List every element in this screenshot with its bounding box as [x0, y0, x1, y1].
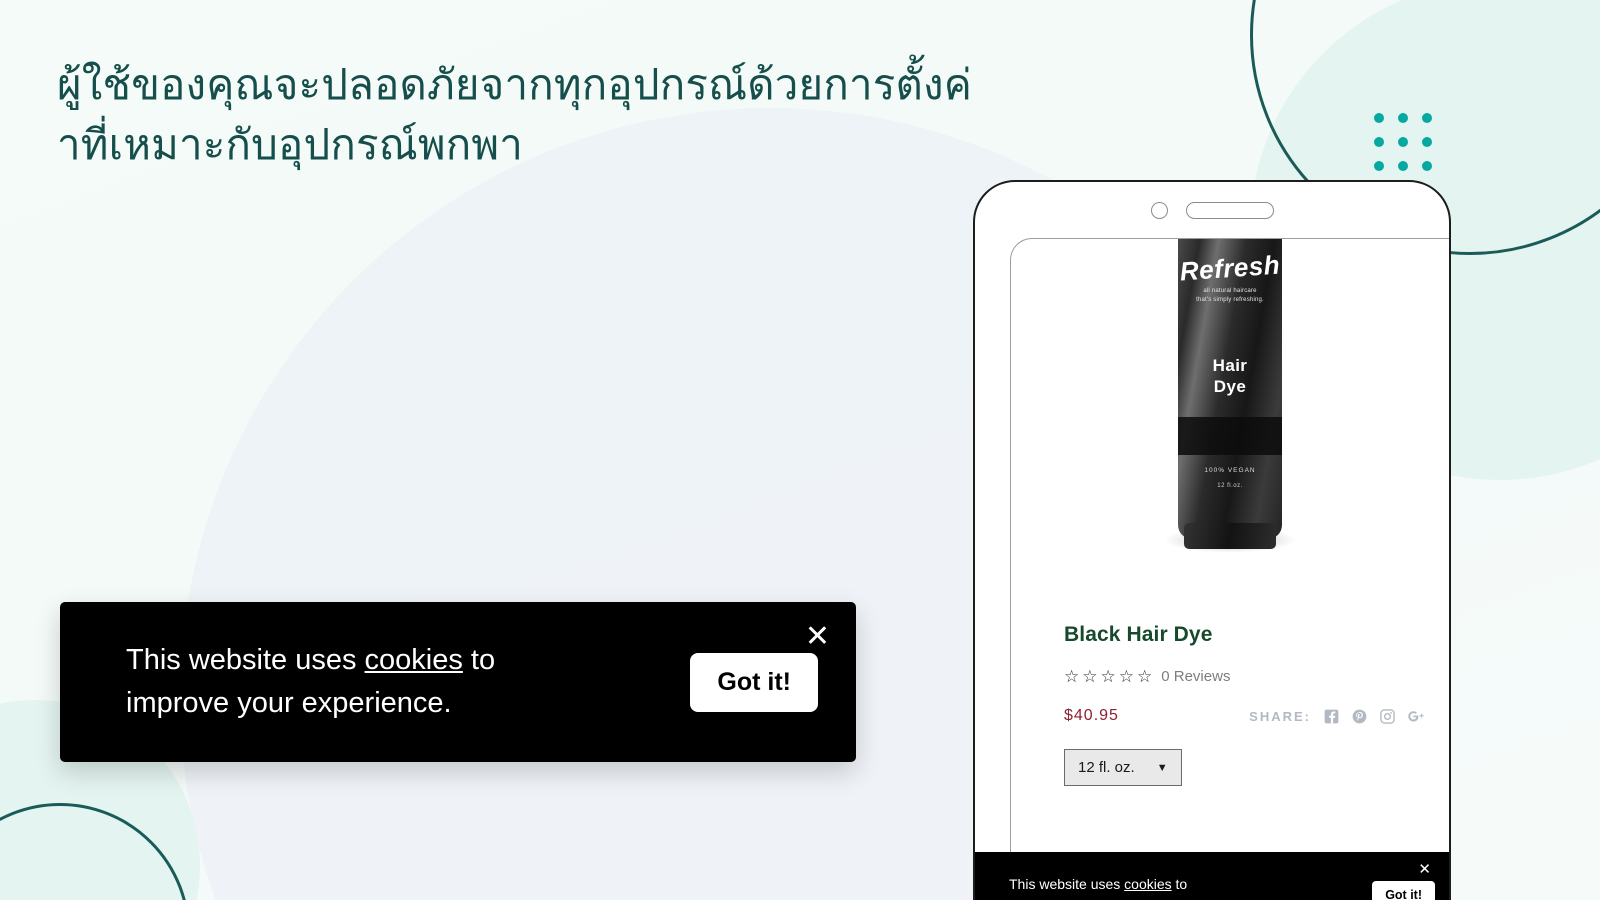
product-price-share-row: $40.95 SHARE: [1064, 707, 1425, 725]
dot-icon [1374, 137, 1384, 147]
product-rating: ☆ ☆ ☆ ☆ ☆ 0 Reviews [1064, 668, 1425, 685]
cookie-banner-mobile: This website uses cookies to improve you… [975, 852, 1449, 900]
instagram-icon[interactable] [1380, 708, 1395, 724]
star-icon[interactable]: ☆ [1119, 668, 1134, 685]
reviews-count-label[interactable]: 0 Reviews [1161, 668, 1230, 685]
camera-dot-icon [1150, 201, 1168, 219]
product-title: Black Hair Dye [1064, 623, 1213, 646]
cookies-link-mobile[interactable]: cookies [1124, 876, 1171, 892]
share-group: SHARE: [1249, 709, 1425, 724]
star-rating[interactable]: ☆ ☆ ☆ ☆ ☆ [1064, 668, 1152, 685]
dot-icon [1398, 137, 1408, 147]
product-image-panel: Refresh all natural haircare that's simp… [1010, 238, 1449, 900]
phone-top-bar [975, 182, 1449, 238]
variant-select[interactable]: 12 fl. oz. ▼ [1064, 749, 1182, 786]
dot-icon [1422, 137, 1432, 147]
dot-icon [1398, 161, 1408, 171]
chevron-down-icon: ▼ [1156, 761, 1168, 774]
tube-vegan-text: 100% VEGAN [1204, 467, 1256, 474]
page-title: ผู้ใช้ของคุณจะปลอดภัยจากทุกอุปกรณ์ด้วยกา… [57, 61, 972, 168]
cookie-text-desktop: This website uses cookies to improve you… [126, 639, 690, 725]
tube-size-text: 12 fl.oz. [1217, 483, 1243, 489]
dot-icon [1398, 113, 1408, 123]
close-icon[interactable]: ✕ [1418, 862, 1431, 877]
cookie-banner-desktop: This website uses cookies to improve you… [60, 602, 856, 762]
dot-icon [1374, 113, 1384, 123]
cookie-text-before-desktop: This website uses [126, 644, 365, 677]
star-icon[interactable]: ☆ [1137, 668, 1152, 685]
tube-brand-text: Refresh [1178, 249, 1282, 287]
dots-grid-icon [1374, 113, 1432, 171]
product-image[interactable]: Refresh all natural haircare that's simp… [1011, 239, 1449, 569]
star-icon[interactable]: ☆ [1064, 668, 1079, 685]
product-price: $40.95 [1064, 707, 1119, 724]
cookie-accept-button-mobile[interactable]: Got it! [1372, 881, 1435, 900]
product-tube: Refresh all natural haircare that's simp… [1178, 239, 1282, 549]
speaker-slot-icon [1185, 201, 1274, 219]
close-icon[interactable]: ✕ [805, 622, 830, 652]
tube-tagline-text: all natural haircare that's simply refre… [1196, 288, 1264, 304]
tube-product-name-text: Hair Dye [1212, 356, 1248, 397]
cookie-accept-button-desktop[interactable]: Got it! [690, 652, 818, 712]
dot-icon [1422, 161, 1432, 171]
googleplus-icon[interactable] [1408, 709, 1425, 724]
cookie-text-mobile: This website uses cookies to improve you… [1009, 874, 1372, 900]
dot-icon [1422, 113, 1432, 123]
share-label: SHARE: [1249, 708, 1311, 724]
dot-icon [1374, 161, 1384, 171]
variant-select-value: 12 fl. oz. [1078, 759, 1135, 776]
tube-label-band [1178, 417, 1282, 455]
phone-mockup: Refresh all natural haircare that's simp… [973, 180, 1451, 900]
cookie-text-before-mobile: This website uses [1009, 876, 1125, 892]
pinterest-icon[interactable] [1352, 709, 1367, 724]
phone-screen: Refresh all natural haircare that's simp… [975, 238, 1449, 900]
star-icon[interactable]: ☆ [1082, 668, 1097, 685]
facebook-icon[interactable] [1324, 709, 1339, 724]
cookies-link-desktop[interactable]: cookies [365, 644, 463, 676]
star-icon[interactable]: ☆ [1101, 668, 1116, 685]
product-info: Black Hair Dye ☆ ☆ ☆ ☆ ☆ 0 Reviews $40.9… [1064, 623, 1425, 786]
